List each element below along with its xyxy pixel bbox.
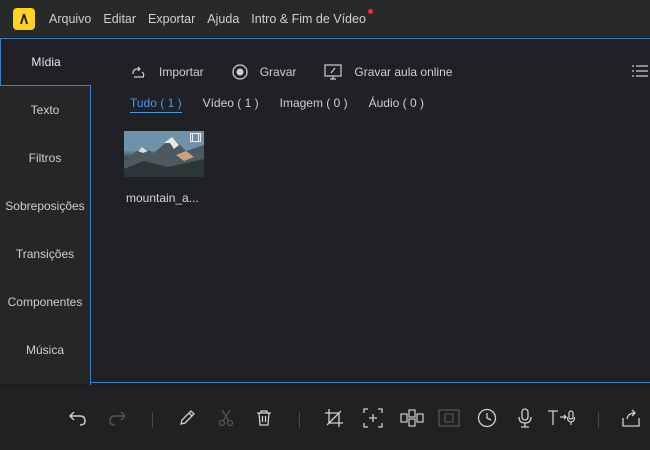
sidebar-item-musica[interactable]: Música	[0, 326, 90, 374]
record-class-button[interactable]: Gravar aula online	[324, 64, 452, 80]
toolbar-separator	[299, 412, 300, 428]
filter-all[interactable]: Tudo ( 1 )	[130, 96, 182, 113]
sidebar-item-transicoes[interactable]: Transições	[0, 230, 90, 278]
menu-ajuda[interactable]: Ajuda	[207, 12, 239, 26]
media-item[interactable]: mountain_a...	[124, 131, 205, 205]
duration-clock-icon[interactable]	[477, 408, 497, 428]
voiceover-mic-icon[interactable]	[515, 408, 535, 428]
media-panel: Importar Gravar Gravar aula online Tudo …	[90, 38, 650, 383]
media-toolbar: Importar Gravar Gravar aula online	[131, 64, 480, 80]
record-button[interactable]: Gravar	[232, 64, 297, 80]
sidebar-item-sobreposicoes[interactable]: Sobreposições	[0, 182, 90, 230]
record-icon	[232, 64, 248, 80]
sidebar: Mídia Texto Filtros Sobreposições Transi…	[0, 38, 91, 384]
cut-scissors-icon[interactable]	[216, 408, 236, 428]
sidebar-item-componentes[interactable]: Componentes	[0, 278, 90, 326]
text-to-speech-icon[interactable]	[547, 408, 577, 428]
filter-video[interactable]: Vídeo ( 1 )	[203, 96, 259, 113]
delete-trash-icon[interactable]	[254, 408, 274, 428]
toolbar-separator	[598, 412, 599, 428]
record-class-label: Gravar aula online	[354, 65, 453, 79]
filter-image[interactable]: Imagem ( 0 )	[280, 96, 348, 113]
menu-intro-fim-label: Intro & Fim de Vídeo	[251, 11, 366, 26]
filter-audio[interactable]: Áudio ( 0 )	[369, 96, 424, 113]
export-share-icon[interactable]	[620, 408, 642, 428]
menu-bar: Arquivo Editar Exportar Ajuda Intro & Fi…	[0, 0, 650, 37]
list-view-icon[interactable]	[632, 65, 648, 77]
import-button[interactable]: Importar	[131, 65, 204, 79]
editing-toolbar	[0, 388, 650, 450]
edit-pencil-icon[interactable]	[177, 408, 197, 428]
redo-icon[interactable]	[107, 408, 127, 428]
video-thumbnail[interactable]	[124, 131, 204, 177]
undo-icon[interactable]	[68, 408, 88, 428]
notification-dot	[367, 8, 373, 14]
crop-icon[interactable]	[324, 408, 344, 428]
menu-intro-fim[interactable]: Intro & Fim de Vídeo	[251, 8, 373, 26]
sidebar-item-midia[interactable]: Mídia	[0, 38, 91, 86]
media-filter-tabs: Tudo ( 1 ) Vídeo ( 1 ) Imagem ( 0 ) Áudi…	[130, 96, 445, 113]
mosaic-icon[interactable]	[400, 408, 424, 428]
zoom-frame-icon[interactable]	[363, 408, 383, 428]
sidebar-item-filtros[interactable]: Filtros	[0, 134, 90, 182]
media-item-name: mountain_a...	[126, 191, 199, 205]
record-label: Gravar	[259, 65, 297, 79]
import-label: Importar	[159, 65, 204, 79]
video-type-icon	[190, 133, 201, 142]
sidebar-item-texto[interactable]: Texto	[0, 86, 90, 134]
menu-arquivo[interactable]: Arquivo	[49, 12, 91, 26]
app-logo-icon	[13, 7, 35, 30]
toolbar-separator	[152, 412, 153, 428]
menu-editar[interactable]: Editar	[103, 12, 136, 26]
record-screen-icon	[324, 64, 342, 80]
import-icon	[132, 66, 145, 78]
freeze-frame-icon[interactable]	[438, 408, 460, 428]
menu-exportar[interactable]: Exportar	[148, 12, 195, 26]
